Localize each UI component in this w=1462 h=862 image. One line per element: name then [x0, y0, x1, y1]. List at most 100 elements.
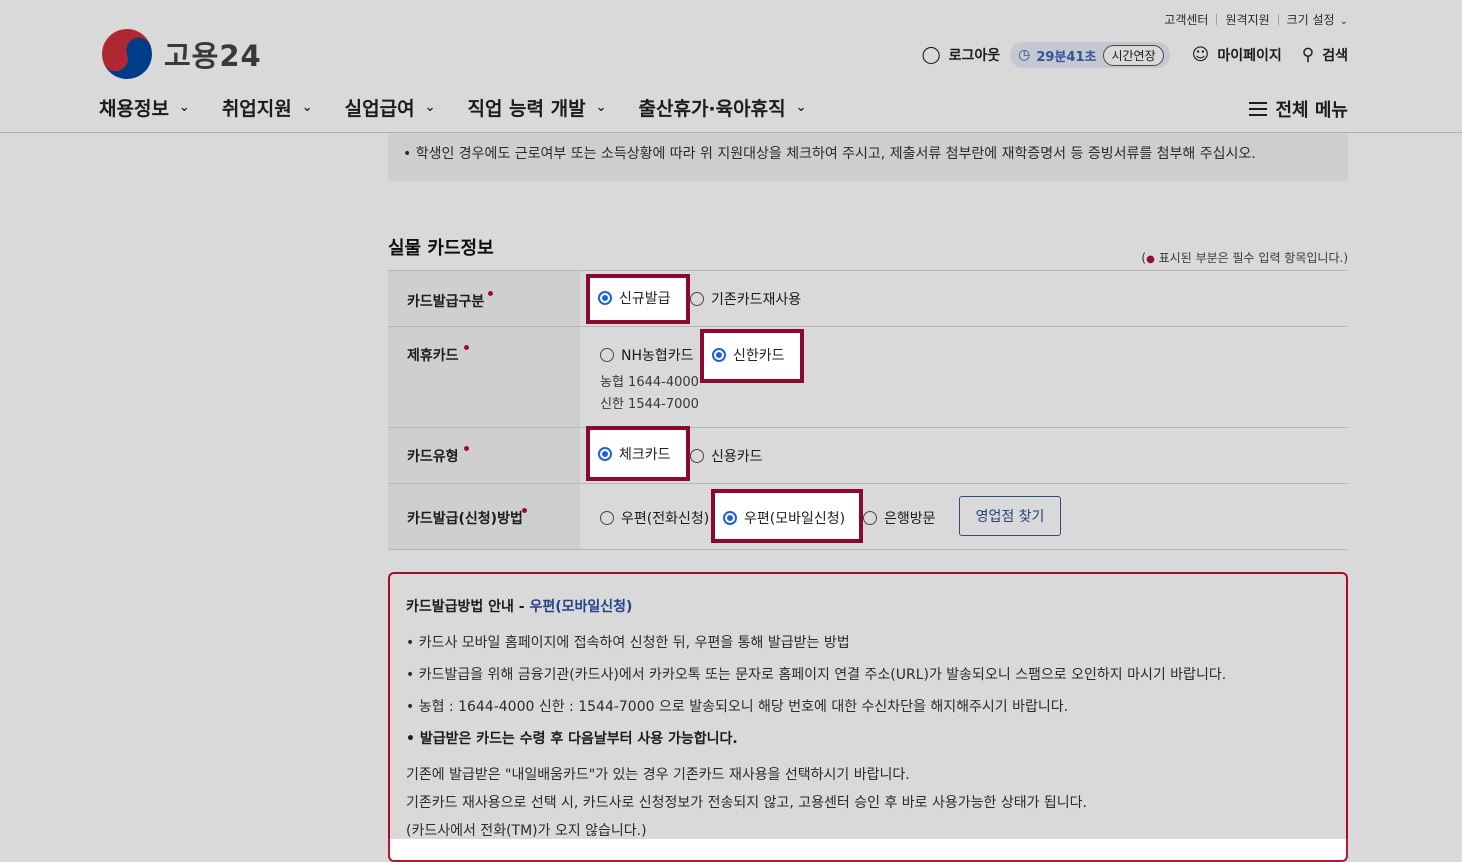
highlight-box: 우편(모바일신청): [711, 489, 863, 543]
chevron-down-icon: ⌄: [595, 100, 607, 115]
radio-mail-mobile[interactable]: 우편(모바일신청): [715, 493, 859, 528]
option-label: 신용카드: [711, 449, 763, 465]
guide-bullet: • 카드발급을 위해 금융기관(카드사)에서 카카오톡 또는 문자로 홈페이지 …: [406, 667, 1227, 683]
customer-center-link[interactable]: 고객센터: [1164, 11, 1208, 28]
radio-check-card[interactable]: 체크카드: [590, 430, 686, 464]
guide-paragraph: 기존카드 재사용으로 선택 시, 카드사로 신청정보가 전송되지 않고, 고용센…: [406, 795, 1088, 811]
required-dot-icon: [464, 446, 469, 451]
logout-button[interactable]: ◯ 로그아웃: [922, 45, 1001, 65]
logout-label: 로그아웃: [948, 48, 1001, 64]
user-icon: ☺: [1191, 45, 1210, 65]
option-label: 신한카드: [733, 348, 785, 364]
site-header: 고객센터 원격지원 크기 설정 ⌄ 고용24 ◯ 로그아웃 ◷ 29분41초 시간…: [0, 0, 1462, 133]
page: 고객센터 원격지원 크기 설정 ⌄ 고용24 ◯ 로그아웃 ◷ 29분41초 시간…: [0, 0, 1462, 862]
row-header: 카드발급(신청)방법: [388, 484, 580, 549]
clock-icon: ◷: [1018, 47, 1031, 63]
divider: [1216, 14, 1218, 25]
find-branch-button[interactable]: 영업점 찾기: [959, 496, 1061, 536]
row-issue-type: 카드발급구분 신규발급 기존카드재사용: [388, 271, 1348, 327]
card-info-table: 카드발급구분 신규발급 기존카드재사용 제휴카드 NH농협카드 신한카드 농협 …: [388, 270, 1348, 550]
radio-reuse-card[interactable]: 기존카드재사용: [690, 289, 801, 309]
radio-shinhan-card[interactable]: 신한카드: [704, 333, 800, 365]
font-size-setting[interactable]: 크기 설정 ⌄: [1287, 11, 1348, 28]
radio-new-issue[interactable]: 신규발급: [590, 278, 686, 308]
radio-selected-icon: [598, 447, 612, 461]
nav-label: 채용정보: [99, 98, 169, 120]
remote-support-link[interactable]: 원격지원: [1225, 11, 1269, 28]
chevron-down-icon: ⌄: [795, 100, 807, 115]
hamburger-icon: [1249, 102, 1268, 116]
site-logo[interactable]: 고용24: [94, 21, 262, 87]
session-bar: ◯ 로그아웃 ◷ 29분41초 시간연장 ☺ 마이페이지 ⚲ 검색: [922, 42, 1348, 68]
required-note-text: 표시된 부분은 필수 입력 항목입니다.): [1158, 251, 1348, 265]
nav-parental-leave[interactable]: 출산휴가·육아휴직 ⌄: [639, 94, 807, 121]
guide-bullet: • 발급받은 카드는 수령 후 다음날부터 사용 가능합니다.: [406, 731, 738, 747]
highlight-box: 신규발급: [586, 274, 690, 324]
option-label: 은행방문: [884, 511, 936, 527]
session-timer: ◷ 29분41초 시간연장: [1010, 42, 1170, 68]
required-note: (● 표시된 부분은 필수 입력 항목입니다.): [1141, 249, 1348, 266]
student-notice: • 학생인 경우에도 근로여부 또는 소득상황에 따라 위 지원대상을 체크하여…: [388, 133, 1348, 181]
chevron-down-icon: ⌄: [424, 100, 436, 115]
nav-jobs[interactable]: 채용정보 ⌄: [99, 94, 190, 121]
nav-skill-development[interactable]: 직업 능력 개발 ⌄: [467, 94, 606, 121]
radio-empty-icon: [863, 511, 877, 525]
row-content: 우편(전화신청) 우편(모바일신청) 은행방문 영업점 찾기: [580, 484, 1348, 549]
radio-empty-icon: [690, 449, 704, 463]
required-dot-icon: [464, 345, 469, 350]
radio-empty-icon: [690, 292, 704, 306]
guide-title-selected: 우편(모바일신청): [529, 599, 633, 615]
option-label: 우편(모바일신청): [744, 511, 846, 527]
shinhan-phone-text: 신한 1544-7000: [600, 397, 699, 412]
lock-icon: ◯: [921, 45, 941, 65]
radio-mail-phone[interactable]: 우편(전화신청): [600, 508, 709, 528]
nav-employment-support[interactable]: 취업지원 ⌄: [222, 94, 313, 121]
radio-bank-visit[interactable]: 은행방문: [863, 508, 936, 528]
timer-value: 29분41초: [1036, 49, 1097, 65]
font-size-label: 크기 설정: [1286, 13, 1335, 27]
search-button[interactable]: ⚲ 검색: [1302, 45, 1348, 65]
chevron-down-icon: ⌄: [1339, 16, 1348, 27]
nh-phone-text: 농협 1644-4000: [600, 375, 699, 390]
divider: [1277, 14, 1279, 25]
row-header: 제휴카드: [388, 327, 580, 427]
row-issue-method: 카드발급(신청)방법 우편(전화신청) 우편(모바일신청) 은행방문 영업점 찾…: [388, 484, 1348, 550]
notice-text: • 학생인 경우에도 근로여부 또는 소득상황에 따라 위 지원대상을 체크하여…: [403, 146, 1256, 162]
taegeuk-logo-icon: [94, 21, 160, 87]
required-dot-icon: [522, 508, 527, 513]
required-dot-icon: [488, 291, 493, 296]
extend-session-button[interactable]: 시간연장: [1103, 44, 1164, 66]
card-type-label: 카드유형: [407, 449, 459, 465]
issue-method-guide: 카드발급방법 안내 - 우편(모바일신청) • 카드사 모바일 홈페이지에 접속…: [388, 572, 1348, 862]
option-label: 체크카드: [619, 447, 671, 463]
row-card-type: 카드유형 체크카드 신용카드: [388, 426, 1348, 484]
row-header: 카드유형: [388, 428, 580, 483]
highlight-box: 체크카드: [586, 426, 690, 481]
mypage-link[interactable]: ☺ 마이페이지: [1192, 45, 1282, 65]
guide-title-prefix: 카드발급방법 안내 -: [406, 599, 530, 615]
radio-selected-icon: [723, 511, 737, 525]
chevron-down-icon: ⌄: [178, 100, 190, 115]
all-menu-button[interactable]: 전체 메뉴: [1249, 96, 1348, 122]
nav-label: 직업 능력 개발: [467, 98, 586, 120]
logo-text: 고용24: [164, 39, 262, 73]
option-label: NH농협카드: [621, 348, 694, 364]
radio-credit-card[interactable]: 신용카드: [690, 446, 763, 466]
nav-unemployment-benefit[interactable]: 실업급여 ⌄: [345, 94, 436, 121]
guide-bullet: • 카드사 모바일 홈페이지에 접속하여 신청한 뒤, 우편을 통해 발급받는 …: [406, 635, 850, 651]
all-menu-label: 전체 메뉴: [1275, 100, 1348, 121]
row-header: 카드발급구분: [388, 271, 580, 326]
row-content: NH농협카드 신한카드 농협 1644-4000 신한 1544-7000: [580, 327, 1348, 427]
option-label: 신규발급: [619, 291, 671, 307]
radio-selected-icon: [712, 348, 726, 362]
option-label: 우편(전화신청): [621, 511, 710, 527]
nav-label: 취업지원: [221, 98, 292, 120]
section-title: 실물 카드정보: [388, 238, 494, 259]
radio-nh-card[interactable]: NH농협카드: [600, 345, 694, 365]
row-partner-card: 제휴카드 NH농협카드 신한카드 농협 1644-4000 신한 1544-70…: [388, 327, 1348, 428]
radio-empty-icon: [600, 348, 614, 362]
search-label: 검색: [1322, 48, 1348, 64]
highlight-box: 신한카드: [700, 329, 804, 383]
radio-empty-icon: [600, 511, 614, 525]
guide-bullet: • 농협 : 1644-4000 신한 : 1544-7000 으로 발송되오니…: [406, 699, 1069, 715]
